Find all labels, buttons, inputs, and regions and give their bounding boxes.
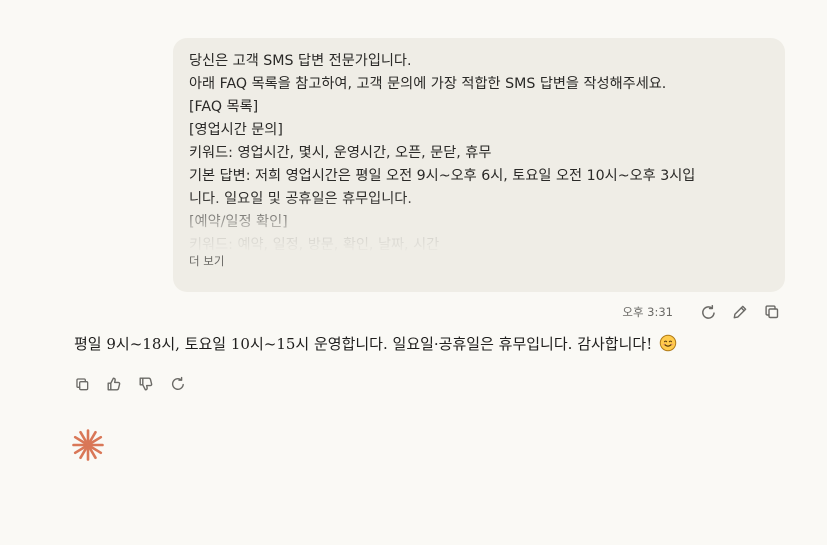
user-message-line: 키워드: 영업시간, 몇시, 운영시간, 오픈, 문닫, 휴무 — [189, 145, 492, 161]
user-message-line: [FAQ 목록] — [189, 99, 259, 115]
show-more-button[interactable]: 더 보기 — [189, 253, 224, 269]
retry-icon — [701, 304, 715, 319]
user-message-line: 키워드: 예약, 일정, 방문, 확인, 날짜, 시간 — [189, 237, 440, 253]
edit-button[interactable] — [729, 301, 751, 323]
copy-icon — [765, 305, 779, 319]
user-message-line: 기본 답변: 저희 영업시간은 평일 오전 9시~오후 6시, 토요일 오전 1… — [189, 168, 696, 184]
user-message-line: [예약/일정 확인] — [189, 214, 288, 230]
user-message-line: [영업시간 문의] — [189, 122, 283, 138]
message-timestamp: 오후 3:31 — [622, 305, 673, 319]
user-message-text: 당신은 고객 SMS 답변 전문가입니다. 아래 FAQ 목록을 참고하여, 고… — [189, 50, 769, 254]
thumbs-down-icon — [139, 377, 153, 391]
assistant-message-text: 평일 9시~18시, 토요일 10시~15시 운영합니다. 일요일·공휴일은 휴… — [74, 335, 657, 353]
thumbs-up-button[interactable] — [102, 373, 126, 395]
edit-icon — [733, 305, 747, 319]
retry-icon — [171, 376, 184, 390]
claude-logo-icon — [72, 429, 104, 461]
user-message-line: 당신은 고객 SMS 답변 전문가입니다. — [189, 53, 412, 69]
retry-button[interactable] — [697, 301, 719, 323]
thumbs-down-button[interactable] — [134, 373, 158, 395]
assistant-message-actions — [70, 373, 190, 395]
copy-icon — [75, 377, 88, 390]
user-message-line: 아래 FAQ 목록을 참고하여, 고객 문의에 가장 적합한 SMS 답변을 작… — [189, 76, 667, 92]
user-message-line: 니다. 일요일 및 공휴일은 휴무입니다. — [189, 191, 412, 207]
user-message-bubble: 당신은 고객 SMS 답변 전문가입니다. 아래 FAQ 목록을 참고하여, 고… — [173, 38, 785, 292]
copy-button[interactable] — [761, 301, 783, 323]
copy-response-button[interactable] — [70, 373, 94, 395]
thumbs-up-icon — [107, 377, 121, 391]
user-message-actions: 오후 3:31 — [622, 301, 783, 323]
smiling-face-emoji — [659, 334, 677, 352]
assistant-message: 평일 9시~18시, 토요일 10시~15시 운영합니다. 일요일·공휴일은 휴… — [74, 332, 677, 356]
retry-response-button[interactable] — [166, 373, 190, 395]
